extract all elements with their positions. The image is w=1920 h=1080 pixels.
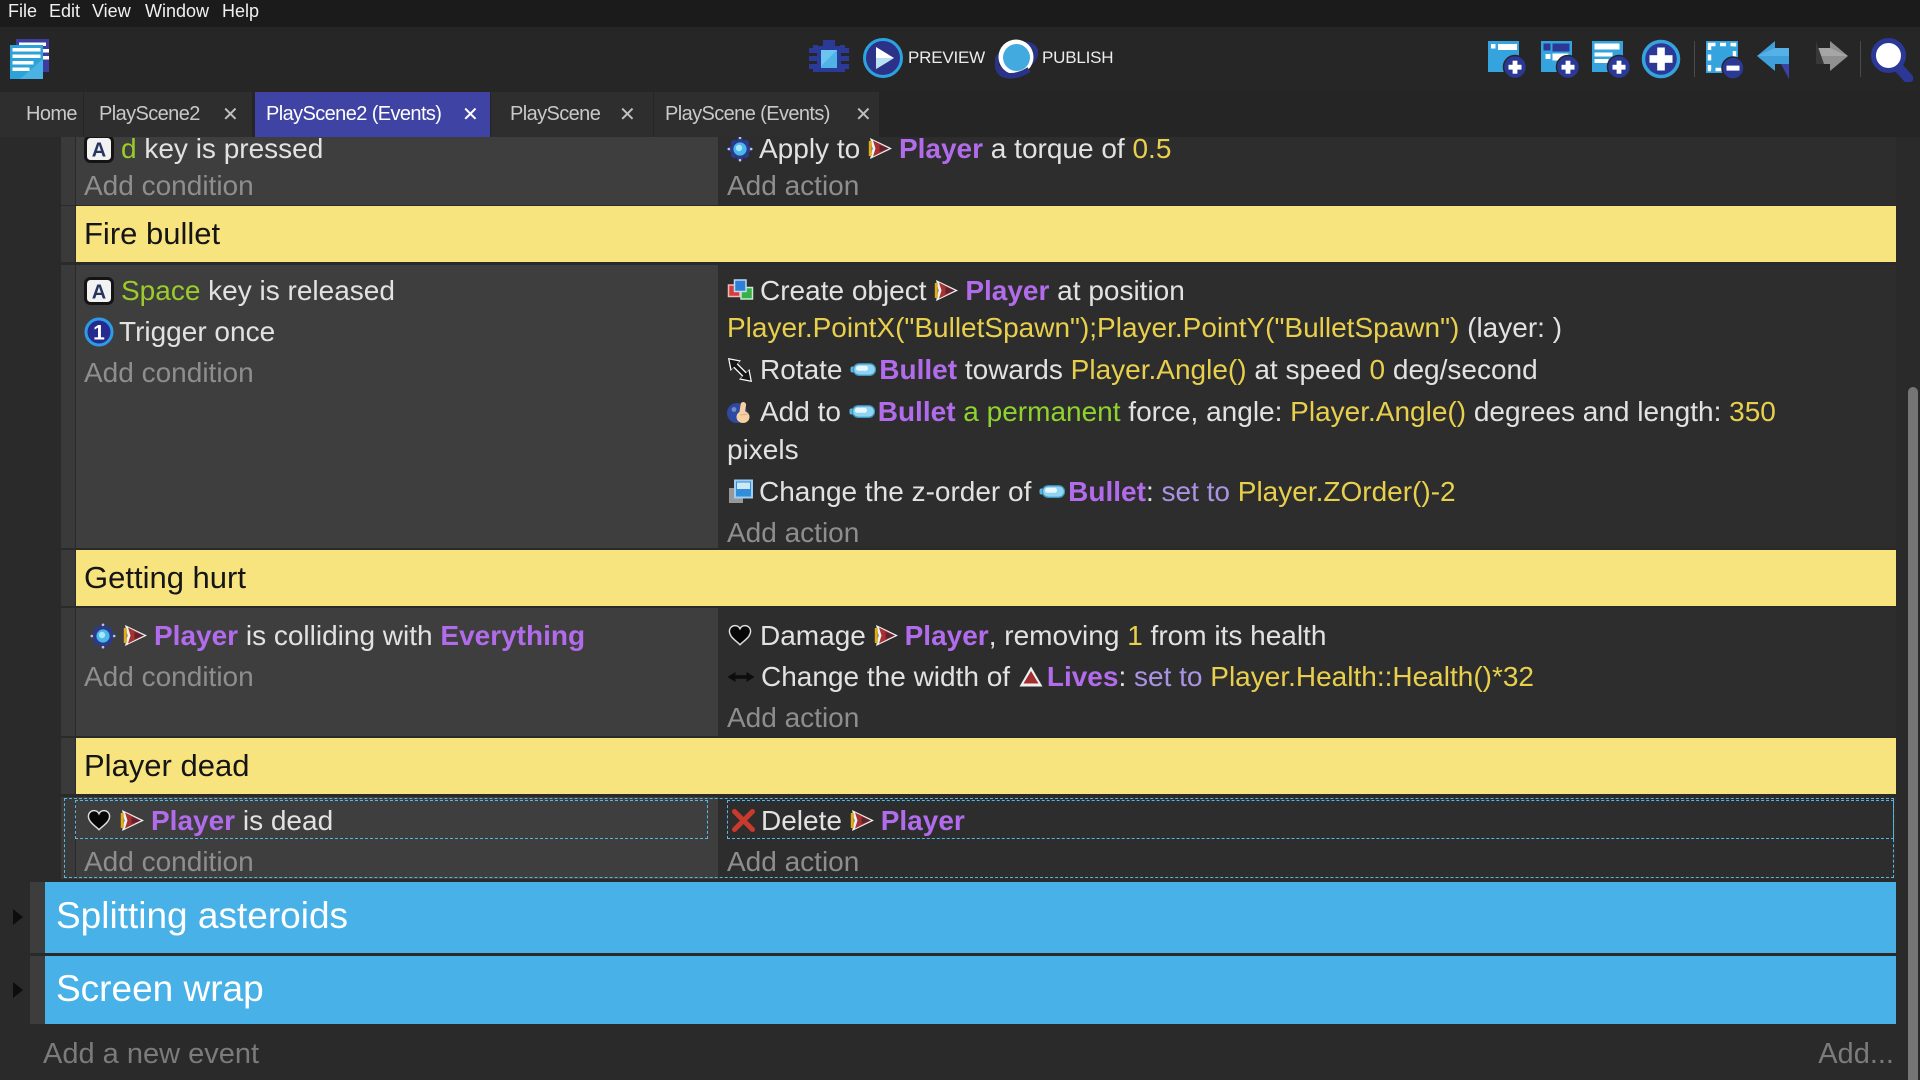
svg-text:1: 1 <box>93 321 105 344</box>
